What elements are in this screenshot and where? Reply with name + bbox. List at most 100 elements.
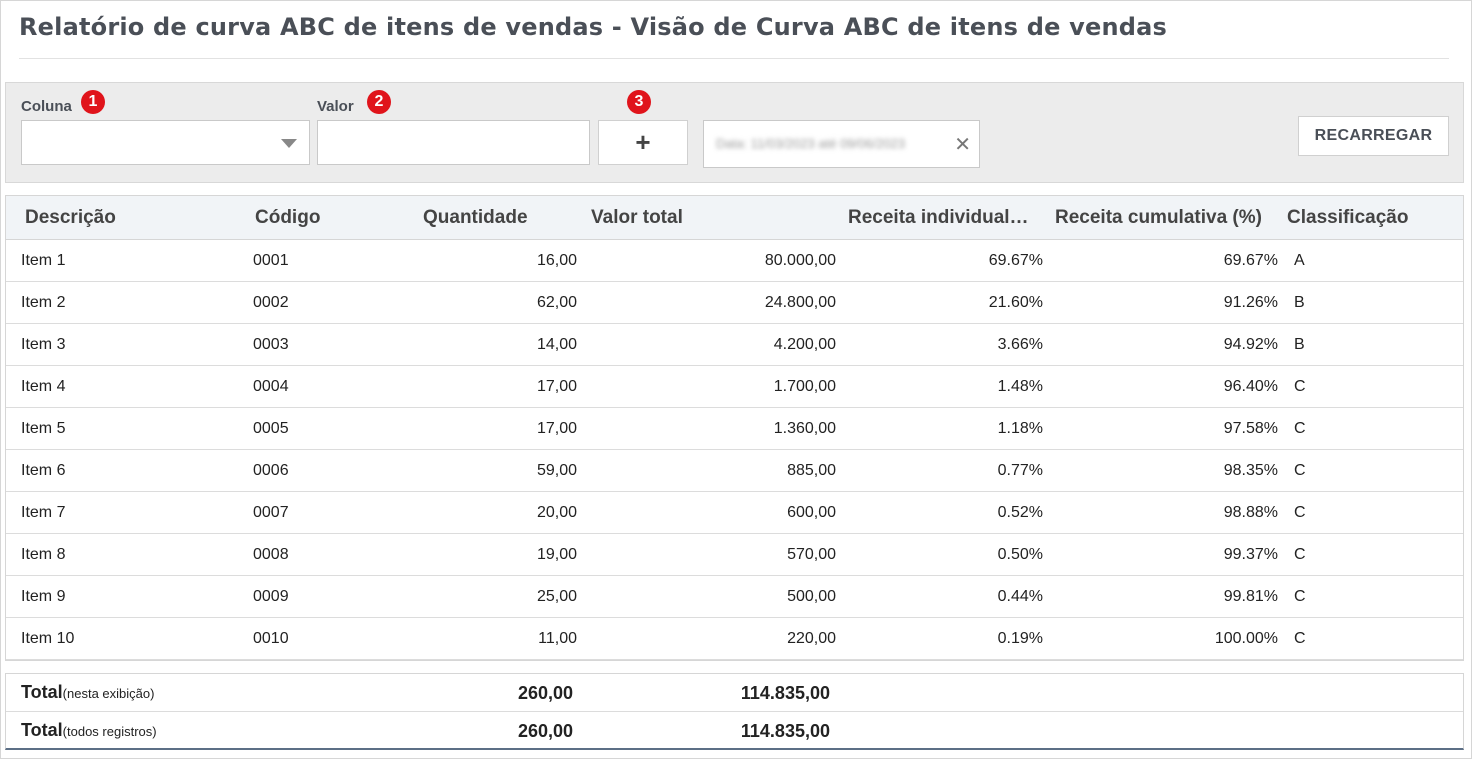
totals-row-view: Total(nesta exibição) 260,00 114.835,00	[6, 674, 1463, 712]
cell-individual-revenue: 69.67%	[988, 252, 1043, 269]
value-input[interactable]	[317, 120, 590, 165]
cell-classification: B	[1294, 294, 1305, 311]
reload-button[interactable]: RECARREGAR	[1298, 116, 1449, 156]
cell-description: Item 6	[21, 462, 66, 479]
cell-quantity: 20,00	[536, 504, 577, 521]
cell-code: 0003	[253, 336, 289, 353]
cell-individual-revenue: 21.60%	[988, 294, 1043, 311]
cell-quantity: 17,00	[536, 378, 577, 395]
cell-quantity: 62,00	[536, 294, 577, 311]
cell-total-value: 570,00	[787, 546, 836, 563]
chevron-down-icon	[281, 139, 297, 148]
cell-quantity: 14,00	[536, 336, 577, 353]
cell-description: Item 8	[21, 546, 66, 563]
totals-view-quantity: 260,00	[517, 683, 573, 703]
close-icon[interactable]: ✕	[954, 132, 971, 157]
totals-row-all: Total(todos registros) 260,00 114.835,00	[6, 712, 1463, 750]
cell-description: Item 7	[21, 504, 66, 521]
cell-individual-revenue: 1.48%	[997, 378, 1043, 395]
cell-total-value: 1.360,00	[773, 420, 836, 437]
cell-individual-revenue: 0.77%	[997, 462, 1043, 479]
cell-description: Item 1	[21, 252, 66, 269]
table-row[interactable]: Item 5 0005 17,00 1.360,00 1.18% 97.58% C	[6, 408, 1463, 450]
header-individual-revenue[interactable]: Receita individual…	[848, 207, 1029, 229]
cell-cumulative-revenue: 94.92%	[1223, 336, 1278, 353]
cell-code: 0009	[253, 588, 289, 605]
cell-quantity: 59,00	[536, 462, 577, 479]
table-row[interactable]: Item 10 0010 11,00 220,00 0.19% 100.00% C	[6, 618, 1463, 660]
column-step-badge: 1	[81, 90, 105, 114]
cell-code: 0006	[253, 462, 289, 479]
header-classification[interactable]: Classificação	[1287, 207, 1408, 229]
cell-classification: A	[1294, 252, 1305, 269]
cell-total-value: 885,00	[787, 462, 836, 479]
filter-bar: Coluna 1 Valor 2 3 + Data: 11/03/2023 at…	[5, 82, 1464, 183]
cell-quantity: 19,00	[536, 546, 577, 563]
header-total-value[interactable]: Valor total	[591, 207, 683, 229]
cell-description: Item 10	[21, 630, 75, 647]
cell-code: 0002	[253, 294, 289, 311]
cell-code: 0008	[253, 546, 289, 563]
cell-code: 0004	[253, 378, 289, 395]
cell-description: Item 2	[21, 294, 66, 311]
active-filter-text: Data: 11/03/2023 até 09/06/2023	[716, 136, 906, 151]
cell-classification: C	[1294, 504, 1306, 521]
totals-section: Total(nesta exibição) 260,00 114.835,00 …	[5, 673, 1464, 750]
cell-total-value: 1.700,00	[773, 378, 836, 395]
cell-individual-revenue: 0.52%	[997, 504, 1043, 521]
table-row[interactable]: Item 6 0006 59,00 885,00 0.77% 98.35% C	[6, 450, 1463, 492]
cell-cumulative-revenue: 69.67%	[1223, 252, 1278, 269]
abc-curve-table: Descrição Código Quantidade Valor total …	[5, 195, 1464, 661]
totals-all-quantity: 260,00	[517, 721, 573, 741]
cell-total-value: 600,00	[787, 504, 836, 521]
cell-classification: C	[1294, 630, 1306, 647]
cell-cumulative-revenue: 100.00%	[1214, 630, 1278, 647]
column-select[interactable]	[21, 120, 310, 165]
totals-all-value: 114.835,00	[740, 721, 830, 741]
header-quantity[interactable]: Quantidade	[423, 207, 528, 229]
cell-classification: C	[1294, 546, 1306, 563]
cell-individual-revenue: 0.50%	[997, 546, 1043, 563]
table-row[interactable]: Item 8 0008 19,00 570,00 0.50% 99.37% C	[6, 534, 1463, 576]
cell-total-value: 220,00	[787, 630, 836, 647]
totals-all-label: Total(todos registros)	[21, 720, 157, 740]
cell-cumulative-revenue: 99.37%	[1223, 546, 1278, 563]
cell-code: 0010	[253, 630, 289, 647]
totals-view-value: 114.835,00	[740, 683, 830, 703]
cell-cumulative-revenue: 97.58%	[1223, 420, 1278, 437]
table-row[interactable]: Item 4 0004 17,00 1.700,00 1.48% 96.40% C	[6, 366, 1463, 408]
column-label: Coluna	[21, 98, 72, 115]
cell-cumulative-revenue: 98.35%	[1223, 462, 1278, 479]
header-code[interactable]: Código	[255, 207, 320, 229]
cell-code: 0007	[253, 504, 289, 521]
cell-classification: C	[1294, 462, 1306, 479]
table-row[interactable]: Item 9 0009 25,00 500,00 0.44% 99.81% C	[6, 576, 1463, 618]
add-filter-button[interactable]: +	[598, 120, 688, 165]
cell-total-value: 24.800,00	[764, 294, 836, 311]
cell-classification: C	[1294, 588, 1306, 605]
cell-cumulative-revenue: 91.26%	[1223, 294, 1278, 311]
cell-individual-revenue: 1.18%	[997, 420, 1043, 437]
table-row[interactable]: Item 7 0007 20,00 600,00 0.52% 98.88% C	[6, 492, 1463, 534]
cell-cumulative-revenue: 96.40%	[1223, 378, 1278, 395]
plus-icon: +	[635, 127, 651, 157]
title-divider	[19, 58, 1449, 59]
table-row[interactable]: Item 3 0003 14,00 4.200,00 3.66% 94.92% B	[6, 324, 1463, 366]
table-row[interactable]: Item 1 0001 16,00 80.000,00 69.67% 69.67% A	[6, 240, 1463, 282]
cell-code: 0001	[253, 252, 289, 269]
header-cumulative-revenue[interactable]: Receita cumulativa (%)	[1055, 207, 1262, 229]
cell-total-value: 4.200,00	[773, 336, 836, 353]
table-header: Descrição Código Quantidade Valor total …	[6, 196, 1463, 240]
table-row[interactable]: Item 2 0002 62,00 24.800,00 21.60% 91.26% B	[6, 282, 1463, 324]
cell-quantity: 17,00	[536, 420, 577, 437]
cell-classification: C	[1294, 420, 1306, 437]
cell-description: Item 3	[21, 336, 66, 353]
cell-total-value: 500,00	[787, 588, 836, 605]
header-description[interactable]: Descrição	[25, 207, 116, 229]
cell-description: Item 5	[21, 420, 66, 437]
page-title: Relatório de curva ABC de itens de venda…	[19, 13, 1167, 41]
totals-view-label: Total(nesta exibição)	[21, 682, 155, 702]
cell-classification: B	[1294, 336, 1305, 353]
value-step-badge: 2	[367, 90, 391, 114]
cell-individual-revenue: 0.19%	[997, 630, 1043, 647]
